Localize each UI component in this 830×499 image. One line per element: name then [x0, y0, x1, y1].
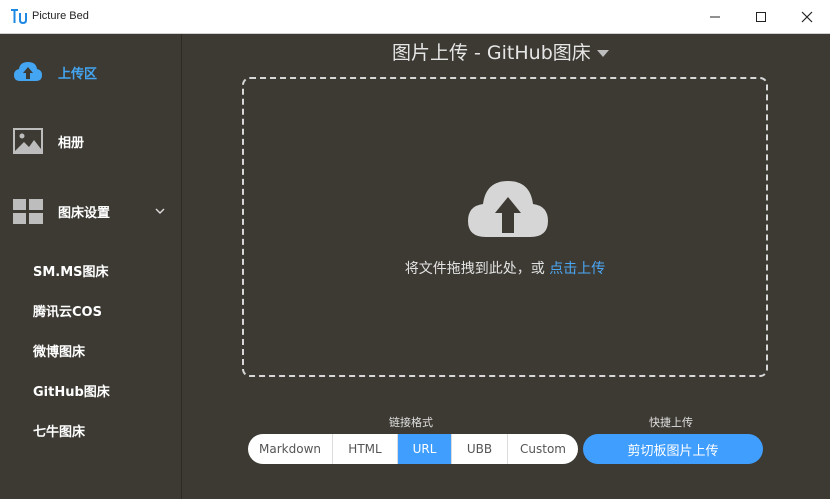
- dropzone-text: 将文件拖拽到此处，或: [404, 261, 550, 277]
- maximize-icon: [756, 12, 766, 22]
- image-icon: [13, 128, 43, 154]
- dropzone-hint: 将文件拖拽到此处，或 点击上传: [244, 258, 766, 278]
- quick-upload-label: 快捷上传: [649, 416, 693, 429]
- sidebar-item-smms[interactable]: SM.MS图床: [33, 261, 109, 280]
- clipboard-upload-button[interactable]: 剪切板图片上传: [583, 434, 763, 464]
- format-custom-button[interactable]: Custom: [508, 434, 578, 464]
- link-format-label: 链接格式: [389, 416, 433, 429]
- format-markdown-button[interactable]: Markdown: [248, 434, 333, 464]
- format-ubb-button[interactable]: UBB: [452, 434, 508, 464]
- format-url-button[interactable]: URL: [398, 434, 452, 464]
- sidebar-item-settings[interactable]: 图床设置: [0, 191, 182, 231]
- maximize-button[interactable]: [738, 0, 784, 34]
- cloud-upload-icon: [468, 181, 548, 237]
- sidebar: 上传区 相册 图床设置 SM.MS图床 腾讯云COS 微博图床 GitHub图床…: [0, 34, 182, 499]
- click-upload-link[interactable]: 点击上传: [549, 261, 605, 277]
- close-button[interactable]: [784, 0, 830, 34]
- sidebar-item-label: 上传区: [58, 66, 98, 82]
- sidebar-item-weibo[interactable]: 微博图床: [33, 341, 85, 360]
- picture-bed-selector[interactable]: 图片上传 - GitHub图床: [392, 38, 609, 65]
- sidebar-item-tencent-cos[interactable]: 腾讯云COS: [33, 301, 102, 320]
- page-title: 图片上传 - GitHub图床: [392, 42, 591, 64]
- link-format-group: Markdown HTML URL UBB Custom: [248, 434, 578, 464]
- title-bar: Picture Bed: [0, 0, 830, 34]
- minimize-icon: [710, 16, 720, 18]
- window-title: Picture Bed: [32, 10, 89, 22]
- upload-dropzone[interactable]: 将文件拖拽到此处，或 点击上传: [242, 77, 768, 377]
- sidebar-item-github[interactable]: GitHub图床: [33, 381, 110, 400]
- sidebar-item-label: 相册: [58, 135, 85, 151]
- chevron-down-icon: [155, 208, 165, 214]
- sidebar-item-gallery[interactable]: 相册: [0, 121, 182, 161]
- cloud-upload-icon: [14, 62, 42, 81]
- minimize-button[interactable]: [692, 0, 738, 34]
- format-html-button[interactable]: HTML: [333, 434, 398, 464]
- app-logo-icon: [11, 9, 27, 25]
- sidebar-item-label: 图床设置: [58, 205, 111, 221]
- caret-down-icon: [596, 49, 609, 57]
- grid-icon: [13, 199, 43, 224]
- close-icon: [801, 11, 813, 23]
- sidebar-item-upload[interactable]: 上传区: [0, 52, 182, 92]
- sidebar-item-qiniu[interactable]: 七牛图床: [33, 421, 85, 440]
